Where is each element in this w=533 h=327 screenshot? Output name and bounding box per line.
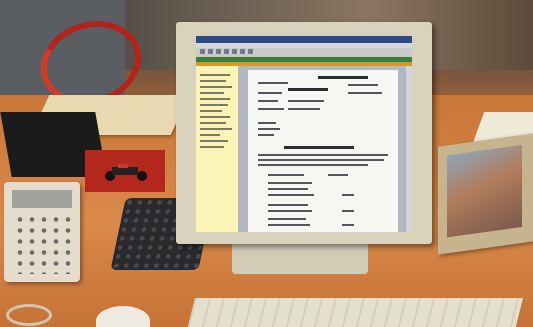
doc-heading [318, 76, 368, 79]
phone-display [12, 190, 72, 208]
tree-item [200, 74, 230, 76]
doc-line [268, 218, 306, 220]
doc-line [258, 82, 288, 84]
doc-line [268, 210, 312, 212]
doc-line [348, 92, 382, 94]
monitor-screen [196, 36, 412, 232]
toolbar-icon [208, 49, 213, 54]
document-page [248, 70, 398, 232]
toolbar-icon [216, 49, 221, 54]
doc-heading [288, 88, 328, 91]
document-pane [238, 66, 412, 232]
doc-line [268, 182, 312, 184]
doc-heading [284, 146, 354, 149]
tree-item [200, 98, 230, 100]
tree-item [200, 134, 220, 136]
toolbar-icon [200, 49, 205, 54]
tree-item [200, 86, 232, 88]
doc-line [348, 84, 378, 86]
doc-line [258, 128, 280, 130]
doc-line [258, 108, 284, 110]
app-content [196, 66, 412, 232]
doc-line [328, 174, 348, 176]
phone-cord [6, 304, 52, 326]
monitor [176, 22, 432, 244]
doc-line [288, 108, 320, 110]
toy-motorcycle [105, 164, 147, 181]
tree-item [200, 80, 226, 82]
doc-line [268, 224, 310, 226]
vertical-scrollbar [406, 66, 412, 232]
doc-line [268, 194, 314, 196]
toolbar-icon [224, 49, 229, 54]
toolbar-icon [240, 49, 245, 54]
doc-line [258, 154, 388, 156]
tree-item [200, 128, 232, 130]
app-toolbar [196, 48, 412, 57]
doc-line [342, 194, 354, 196]
doc-line [258, 164, 368, 166]
doc-line [268, 174, 304, 176]
tree-item [200, 116, 230, 118]
doc-line [342, 224, 354, 226]
doc-line [342, 210, 354, 212]
keyboard [185, 298, 523, 327]
doc-line [258, 122, 276, 124]
app-titlebar [196, 36, 412, 43]
tree-item [200, 92, 224, 94]
doc-line [268, 204, 308, 206]
doc-line [258, 92, 282, 94]
picture-frame [438, 133, 533, 255]
doc-line [258, 134, 274, 136]
toolbar-icon [232, 49, 237, 54]
tree-item [200, 104, 228, 106]
tree-item [200, 122, 226, 124]
phone-keys [14, 214, 72, 274]
tree-item [200, 110, 222, 112]
tree-item [200, 140, 228, 142]
doc-line [268, 188, 308, 190]
toolbar-icon [248, 49, 253, 54]
tree-item [200, 146, 224, 148]
doc-line [258, 100, 278, 102]
tree-sidebar [196, 66, 238, 232]
desk-phone [4, 182, 80, 282]
doc-line [288, 100, 324, 102]
framed-photo [447, 144, 522, 238]
office-desk-photo [0, 0, 533, 327]
doc-line [258, 159, 384, 161]
